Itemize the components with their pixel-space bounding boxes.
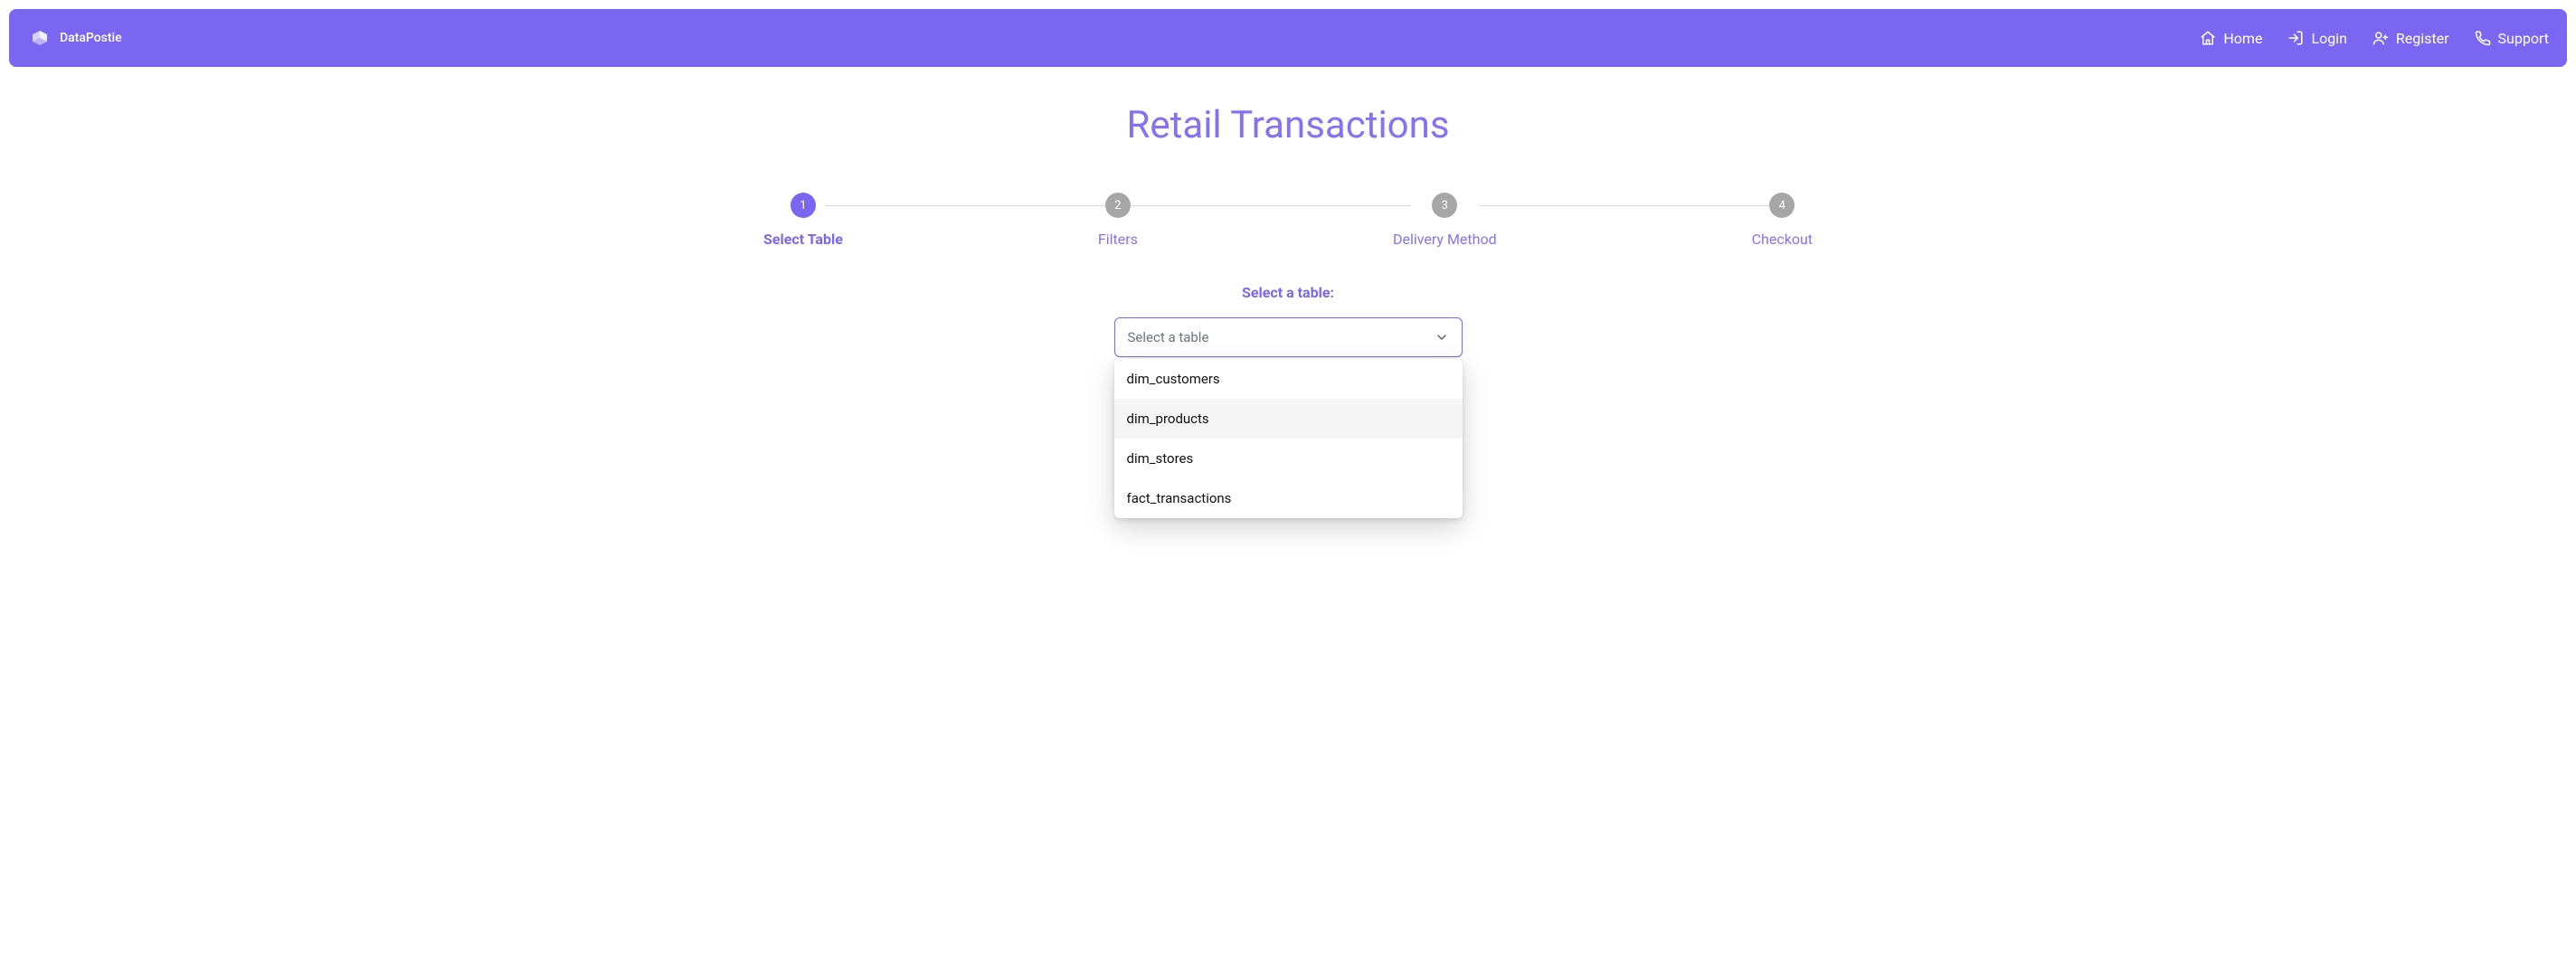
step-label: Delivery Method bbox=[1393, 231, 1497, 248]
select-placeholder: Select a table bbox=[1128, 329, 1209, 345]
step-connector bbox=[1120, 205, 1411, 206]
nav-register[interactable]: Register bbox=[2372, 30, 2449, 47]
dropdown-option[interactable]: fact_transactions bbox=[1114, 478, 1463, 518]
table-select-trigger[interactable]: Select a table bbox=[1114, 317, 1463, 357]
select-table-label: Select a table: bbox=[655, 284, 1921, 301]
chevron-down-icon bbox=[1435, 330, 1449, 345]
navbar: DataPostie Home Login bbox=[9, 9, 2567, 67]
nav-home-label: Home bbox=[2223, 30, 2262, 47]
nav-login-label: Login bbox=[2311, 30, 2346, 47]
step-label: Checkout bbox=[1752, 231, 1813, 248]
table-select: Select a table dim_customers dim_product… bbox=[1114, 317, 1463, 357]
step-label: Select Table bbox=[763, 231, 843, 248]
step-number: 1 bbox=[791, 193, 816, 218]
step-checkout[interactable]: 4 Checkout bbox=[1752, 193, 1813, 248]
form-area: Select a table: Select a table dim_custo… bbox=[655, 284, 1921, 357]
nav-links: Home Login Register bbox=[2200, 30, 2549, 47]
step-connector bbox=[1479, 205, 1770, 206]
main-content: Retail Transactions 1 Select Table 2 Fil… bbox=[655, 67, 1921, 357]
dropdown-option[interactable]: dim_stores bbox=[1114, 439, 1463, 478]
nav-login[interactable]: Login bbox=[2287, 30, 2346, 47]
phone-icon bbox=[2475, 30, 2491, 46]
table-select-dropdown: dim_customers dim_products dim_stores fa… bbox=[1114, 359, 1463, 518]
brand-logo-icon bbox=[27, 25, 52, 51]
login-icon bbox=[2287, 30, 2304, 46]
stepper: 1 Select Table 2 Filters 3 Delivery Meth… bbox=[745, 193, 1831, 248]
dropdown-option[interactable]: dim_products bbox=[1114, 399, 1463, 439]
step-select-table[interactable]: 1 Select Table bbox=[763, 193, 843, 248]
user-plus-icon bbox=[2372, 30, 2389, 46]
step-number: 3 bbox=[1432, 193, 1457, 218]
page-title: Retail Transactions bbox=[655, 103, 1921, 147]
dropdown-option[interactable]: dim_customers bbox=[1114, 359, 1463, 399]
step-label: Filters bbox=[1098, 231, 1138, 248]
nav-support[interactable]: Support bbox=[2475, 30, 2549, 47]
home-icon bbox=[2200, 30, 2216, 46]
step-connector bbox=[825, 205, 1116, 206]
step-number: 4 bbox=[1769, 193, 1795, 218]
brand[interactable]: DataPostie bbox=[27, 25, 122, 51]
step-filters[interactable]: 2 Filters bbox=[1098, 193, 1138, 248]
step-delivery-method[interactable]: 3 Delivery Method bbox=[1393, 193, 1497, 248]
nav-register-label: Register bbox=[2396, 30, 2449, 47]
step-number: 2 bbox=[1105, 193, 1131, 218]
nav-home[interactable]: Home bbox=[2200, 30, 2262, 47]
nav-support-label: Support bbox=[2498, 30, 2549, 47]
brand-name: DataPostie bbox=[60, 31, 122, 45]
